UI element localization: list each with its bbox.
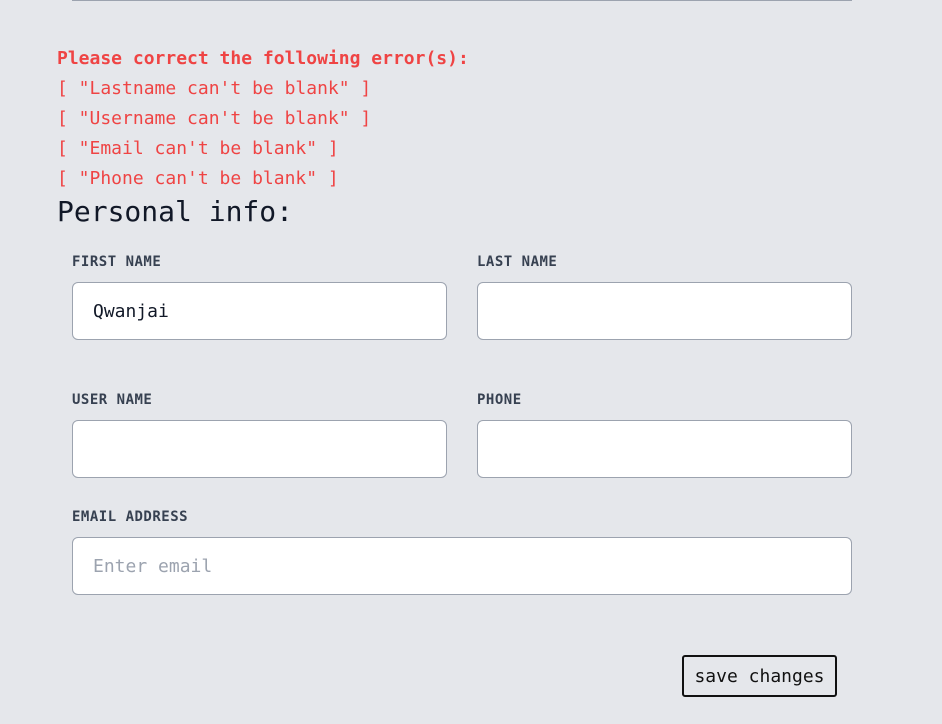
last-name-label: LAST NAME (477, 254, 558, 270)
top-divider (72, 0, 852, 1)
error-item: [ "Username can't be blank" ] (57, 108, 372, 129)
error-heading: Please correct the following error(s): (57, 48, 469, 69)
profile-form-page: Please correct the following error(s): [… (0, 0, 942, 724)
error-item: [ "Lastname can't be blank" ] (57, 78, 372, 99)
user-name-label: USER NAME (72, 392, 153, 408)
last-name-input[interactable] (477, 282, 852, 340)
error-item: [ "Email can't be blank" ] (57, 138, 339, 159)
save-changes-button[interactable]: save changes (682, 655, 837, 697)
phone-input[interactable] (477, 420, 852, 478)
user-name-input[interactable] (72, 420, 447, 478)
error-messages: Please correct the following error(s): [… (57, 44, 469, 194)
email-label: EMAIL ADDRESS (72, 509, 189, 525)
section-title: Personal info: (57, 195, 294, 228)
first-name-label: FIRST NAME (72, 254, 162, 270)
error-item: [ "Phone can't be blank" ] (57, 168, 339, 189)
first-name-input[interactable] (72, 282, 447, 340)
email-input[interactable] (72, 537, 852, 595)
phone-label: PHONE (477, 392, 522, 408)
